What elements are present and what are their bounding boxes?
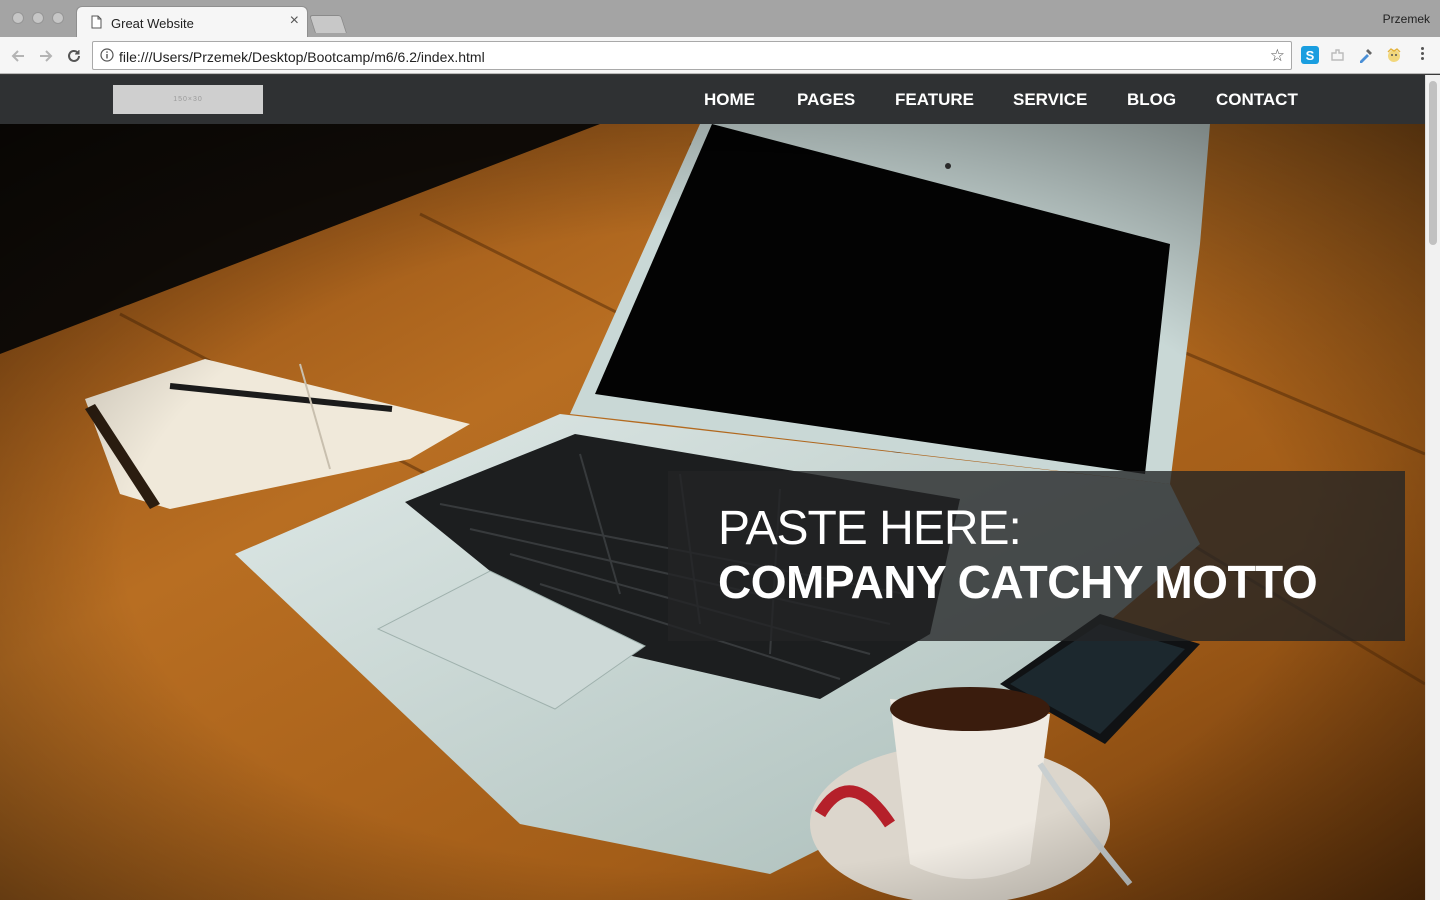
svg-text:S: S (1306, 48, 1315, 63)
more-menu-icon[interactable] (1416, 45, 1428, 65)
tab-title: Great Website (111, 16, 194, 31)
bookmark-star-icon[interactable]: ☆ (1270, 46, 1285, 66)
browser-titlebar: Great Website × Przemek (0, 0, 1440, 37)
tab-close-icon[interactable]: × (290, 12, 299, 30)
scrollbar-thumb[interactable] (1429, 81, 1437, 245)
page-scrollbar[interactable] (1425, 75, 1440, 900)
page-viewport: 150×30 HOME PAGES FEATURE SERVICE BLOG C… (0, 75, 1425, 900)
nav-pages[interactable]: PAGES (797, 90, 855, 110)
nav-service[interactable]: SERVICE (1013, 90, 1087, 110)
profile-name[interactable]: Przemek (1383, 12, 1430, 26)
forward-arrow-icon[interactable] (36, 46, 56, 66)
back-arrow-icon[interactable] (8, 46, 28, 66)
browser-toolbar: file:///Users/Przemek/Desktop/Bootcamp/m… (0, 37, 1440, 74)
site-navbar: 150×30 HOME PAGES FEATURE SERVICE BLOG C… (0, 75, 1425, 124)
motto-line-1: PASTE HERE: (718, 502, 1022, 555)
dropper-icon[interactable] (1357, 46, 1375, 64)
nav-contact[interactable]: CONTACT (1216, 90, 1298, 110)
skype-icon[interactable]: S (1301, 46, 1319, 64)
motto-line-2: COMPANY CATCHY MOTTO (718, 556, 1318, 608)
address-bar[interactable]: file:///Users/Przemek/Desktop/Bootcamp/m… (92, 41, 1292, 70)
close-window-button[interactable] (12, 12, 24, 24)
motto-overlay-box: PASTE HERE: COMPANY CATCHY MOTTO (668, 471, 1405, 641)
site-logo-placeholder[interactable]: 150×30 (113, 85, 263, 114)
zoom-window-button[interactable] (52, 12, 64, 24)
nav-feature[interactable]: FEATURE (895, 90, 974, 110)
nav-home[interactable]: HOME (704, 90, 755, 110)
info-icon[interactable] (100, 48, 114, 67)
puzzle-icon[interactable] (1329, 46, 1347, 64)
minimize-window-button[interactable] (32, 12, 44, 24)
page-icon (91, 15, 102, 34)
browser-tab[interactable]: Great Website × (76, 6, 308, 37)
url-text[interactable]: file:///Users/Przemek/Desktop/Bootcamp/m… (119, 49, 485, 65)
new-tab-button[interactable] (309, 15, 347, 33)
face-icon[interactable] (1385, 46, 1403, 64)
hero-section: PASTE HERE: COMPANY CATCHY MOTTO (0, 124, 1425, 900)
reload-icon[interactable] (64, 46, 84, 66)
nav-blog[interactable]: BLOG (1127, 90, 1176, 110)
